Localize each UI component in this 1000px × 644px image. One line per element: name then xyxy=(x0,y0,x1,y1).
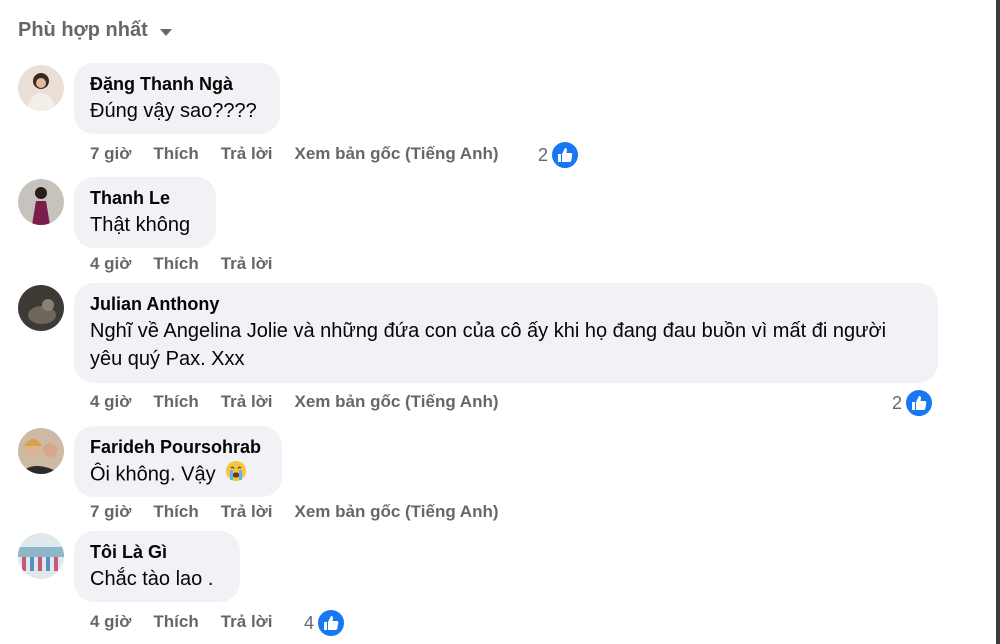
see-original-button[interactable]: Xem bản gốc (Tiếng Anh) xyxy=(295,144,499,164)
reply-button[interactable]: Trả lời xyxy=(221,392,273,412)
thumbs-up-icon xyxy=(904,388,935,418)
comment-text: Thật không xyxy=(90,214,191,236)
like-button[interactable]: Thích xyxy=(153,612,198,632)
reply-button[interactable]: Trả lời xyxy=(221,144,273,164)
reaction-count[interactable]: 4 xyxy=(304,608,347,638)
see-original-button[interactable]: Xem bản gốc (Tiếng Anh) xyxy=(295,392,499,412)
avatar[interactable] xyxy=(18,285,64,331)
comment-bubble: Thanh Le Thật không xyxy=(74,177,216,248)
reaction-count[interactable]: 2 xyxy=(538,140,581,170)
comment-bubble: Farideh Poursohrab Ôi không. Vậy xyxy=(74,426,282,497)
comment-actions: 4 giờ Thích Trả lời xyxy=(90,612,295,632)
comment-actions: 7 giờ Thích Trả lời Xem bản gốc (Tiếng A… xyxy=(90,502,521,522)
comment-author[interactable]: Farideh Poursohrab xyxy=(90,436,266,458)
comment-author[interactable]: Thanh Le xyxy=(90,187,200,209)
avatar[interactable] xyxy=(18,65,64,111)
reply-button[interactable]: Trả lời xyxy=(221,612,273,632)
comment-text: Chắc tào lao . xyxy=(90,568,214,590)
window-edge xyxy=(996,0,1000,644)
comment-text: Ôi không. Vậy xyxy=(90,460,266,490)
reaction-count[interactable]: 2 xyxy=(892,388,935,418)
comment-text: Nghĩ về Angelina Jolie và những đứa con … xyxy=(90,320,887,370)
comment-bubble: Julian Anthony Nghĩ về Angelina Jolie và… xyxy=(74,283,938,383)
like-button[interactable]: Thích xyxy=(153,144,198,164)
comment-author[interactable]: Julian Anthony xyxy=(90,293,922,315)
comment-bubble: Đặng Thanh Ngà Đúng vậy sao???? xyxy=(74,63,280,134)
thumbs-up-icon xyxy=(316,608,347,638)
like-button[interactable]: Thích xyxy=(153,502,198,522)
like-button[interactable]: Thích xyxy=(153,392,198,412)
avatar[interactable] xyxy=(18,179,64,225)
comment-time[interactable]: 7 giờ xyxy=(90,144,131,164)
sort-dropdown[interactable]: Phù hợp nhất xyxy=(18,19,172,42)
reaction-count-number: 2 xyxy=(538,144,549,165)
reaction-count-number: 4 xyxy=(304,612,315,633)
sort-label: Phù hợp nhất xyxy=(18,19,148,41)
thumbs-up-icon xyxy=(550,140,581,170)
reply-button[interactable]: Trả lời xyxy=(221,502,273,522)
comment-actions: 4 giờ Thích Trả lời xyxy=(90,254,295,274)
comment-time[interactable]: 4 giờ xyxy=(90,392,131,412)
comment-author[interactable]: Tôi Là Gì xyxy=(90,541,224,563)
comment-time[interactable]: 4 giờ xyxy=(90,612,131,632)
comment-text-content: Ôi không. Vậy xyxy=(90,463,216,486)
comment-time[interactable]: 7 giờ xyxy=(90,502,131,522)
crying-face-icon xyxy=(225,460,247,490)
see-original-button[interactable]: Xem bản gốc (Tiếng Anh) xyxy=(295,502,499,522)
avatar[interactable] xyxy=(18,428,64,474)
caret-down-icon xyxy=(159,29,172,36)
comment-author[interactable]: Đặng Thanh Ngà xyxy=(90,73,264,95)
comment-time[interactable]: 4 giờ xyxy=(90,254,131,274)
comment-bubble: Tôi Là Gì Chắc tào lao . xyxy=(74,531,240,602)
avatar[interactable] xyxy=(18,533,64,579)
comment-actions: 7 giờ Thích Trả lời Xem bản gốc (Tiếng A… xyxy=(90,144,521,164)
reaction-count-number: 2 xyxy=(892,392,903,413)
like-button[interactable]: Thích xyxy=(153,254,198,274)
reply-button[interactable]: Trả lời xyxy=(221,254,273,274)
comment-text: Đúng vậy sao???? xyxy=(90,100,257,122)
comment-actions: 4 giờ Thích Trả lời Xem bản gốc (Tiếng A… xyxy=(90,392,521,412)
